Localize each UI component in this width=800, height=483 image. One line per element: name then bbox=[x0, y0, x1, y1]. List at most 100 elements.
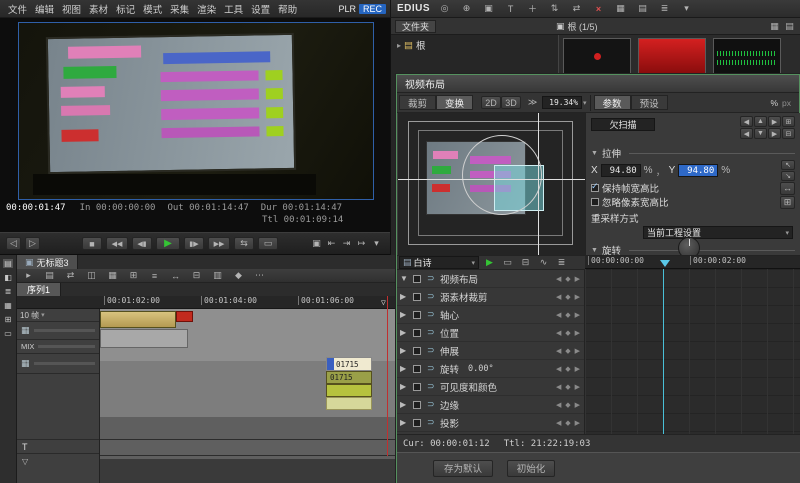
save-default-button[interactable]: 存为默认 bbox=[433, 459, 493, 477]
tool-bin-icon[interactable]: ▤ bbox=[42, 269, 57, 282]
timeline-clip[interactable] bbox=[100, 311, 176, 328]
folder-tree-root[interactable]: ▸ ▤ 根 bbox=[391, 35, 558, 53]
jog-fwd-icon[interactable]: ▷ bbox=[25, 237, 40, 250]
bin-clips-tab[interactable]: ▣ 根 (1/5) bbox=[556, 20, 598, 33]
menu-file[interactable]: 文件 bbox=[4, 2, 31, 16]
tree-checkbox[interactable] bbox=[413, 418, 421, 427]
play-icon[interactable]: ▶ bbox=[156, 237, 180, 250]
tree-row-rotation[interactable]: ▶ ⊃ 旋转 0.00° ◀ ◆ ▶ bbox=[397, 360, 584, 378]
tool-keyframe-icon[interactable]: ◆ bbox=[231, 269, 246, 282]
video-track-icon[interactable]: ▦ bbox=[21, 325, 30, 336]
expand-tools-icon[interactable]: ≫ bbox=[525, 96, 540, 109]
keyframe-ruler[interactable]: 00:00:00:00 00:00:02:00 bbox=[585, 255, 800, 269]
rotation-dial[interactable] bbox=[678, 237, 700, 255]
stretch-x-input[interactable]: 94.80 bbox=[600, 164, 641, 177]
menu-capture[interactable]: 采集 bbox=[166, 2, 193, 16]
timeline-tab[interactable]: ▣ 无标题3 bbox=[17, 255, 78, 269]
tool-detail-icon[interactable]: ▥ bbox=[210, 269, 225, 282]
kf-nav-buttons[interactable]: ◀ ◆ ▶ bbox=[556, 293, 581, 301]
tree-row-source-crop[interactable]: ▶ ⊃ 源素材裁剪 ◀ ◆ ▶ bbox=[397, 288, 584, 306]
expander-icon[interactable]: ▸ bbox=[397, 41, 401, 50]
panel-icon-monitor[interactable]: ▭ bbox=[4, 329, 12, 338]
expander-icon[interactable]: ▶ bbox=[400, 400, 410, 409]
layout-dropdown-icon[interactable]: ▾ bbox=[679, 2, 694, 15]
tree-checkbox[interactable] bbox=[413, 364, 421, 373]
jump-icon[interactable]: ↦ bbox=[354, 237, 369, 250]
nudge-right-icon[interactable]: ▶ bbox=[768, 116, 781, 127]
kf-nav-buttons[interactable]: ◀ ◆ ▶ bbox=[556, 275, 581, 283]
stretch-section-header[interactable]: ▼ 拉伸 bbox=[591, 146, 795, 160]
panel-icon-bin[interactable]: ▤ bbox=[3, 259, 13, 268]
tree-checkbox[interactable] bbox=[413, 292, 421, 301]
kf-play-icon[interactable]: ▶ bbox=[482, 256, 497, 269]
track-header-va1[interactable]: ▦ bbox=[17, 354, 99, 374]
panel-icon-palette[interactable]: ◧ bbox=[4, 273, 12, 282]
nudge-right2-icon[interactable]: ▶ bbox=[768, 128, 781, 139]
tree-row-anchor[interactable]: ▶ ⊃ 轴心 ◀ ◆ ▶ bbox=[397, 306, 584, 324]
jog-back-icon[interactable]: ◁ bbox=[6, 237, 21, 250]
tool-more-icon[interactable]: ⋯ bbox=[252, 269, 267, 282]
expander-icon[interactable]: ▶ bbox=[400, 292, 410, 301]
underscan-button[interactable]: 欠扫描 bbox=[591, 118, 655, 131]
fill-diag-icon[interactable]: ↘ bbox=[781, 171, 795, 181]
menu-help[interactable]: 帮助 bbox=[274, 2, 301, 16]
mode-2d-button[interactable]: 2D bbox=[481, 96, 502, 109]
fit-diag-icon[interactable]: ↖ bbox=[781, 160, 795, 170]
tree-row-position[interactable]: ▶ ⊃ 位置 ◀ ◆ ▶ bbox=[397, 324, 584, 342]
panel-icon-list[interactable]: ≣ bbox=[5, 287, 12, 296]
menu-edit[interactable]: 编辑 bbox=[31, 2, 58, 16]
tree-row-stretch[interactable]: ▶ ⊃ 伸展 ◀ ◆ ▶ bbox=[397, 342, 584, 360]
fast-forward-icon[interactable]: ▶▶ bbox=[208, 237, 230, 250]
expander-icon[interactable]: ▶ bbox=[400, 328, 410, 337]
nudge-shrink-icon[interactable]: ⊟ bbox=[782, 128, 795, 139]
track-header-t[interactable]: T bbox=[17, 440, 99, 454]
ignore-pixel-checkbox[interactable] bbox=[591, 198, 599, 206]
menu-marker[interactable]: 标记 bbox=[112, 2, 139, 16]
add-clip-icon[interactable]: ⊕ bbox=[459, 2, 474, 15]
set-in-icon[interactable]: ⇤ bbox=[324, 237, 339, 250]
timeline-clip-01715[interactable]: 01715 bbox=[326, 357, 372, 371]
timeline-playhead-line[interactable] bbox=[387, 296, 388, 456]
kf-monitor-icon[interactable]: ▭ bbox=[500, 256, 515, 269]
tree-row-video-layout[interactable]: ▼ ⊃ 视频布局 ◀ ◆ ▶ bbox=[397, 270, 584, 288]
expander-icon[interactable]: ▶ bbox=[400, 418, 410, 427]
timeline-clip-green[interactable] bbox=[326, 384, 372, 397]
nudge-left-icon[interactable]: ◀ bbox=[740, 116, 753, 127]
timeline-scale-select[interactable]: 10 帧 ▾ bbox=[17, 309, 99, 322]
tab-presets[interactable]: 预设 bbox=[630, 95, 668, 110]
panel-icon-add[interactable]: ⊞ bbox=[5, 315, 12, 324]
title-tool-icon[interactable]: T bbox=[503, 2, 518, 15]
menu-view[interactable]: 视图 bbox=[58, 2, 85, 16]
fit-width-icon[interactable]: ↔ bbox=[780, 181, 795, 195]
tab-crop[interactable]: 裁剪 bbox=[399, 95, 437, 110]
kf-curve-icon[interactable]: ∿ bbox=[536, 256, 551, 269]
timeline-ruler[interactable]: 00:01:02:00 00:01:04:00 00:01:06:00 ▽ bbox=[17, 296, 396, 309]
kf-nav-buttons[interactable]: ◀ ◆ ▶ bbox=[556, 329, 581, 337]
expander-icon[interactable]: ▶ bbox=[400, 364, 410, 373]
clip-thumbnail[interactable] bbox=[563, 38, 631, 74]
menu-settings[interactable]: 设置 bbox=[247, 2, 274, 16]
kf-nav-buttons[interactable]: ◀ ◆ ▶ bbox=[556, 401, 581, 409]
tool-pointer-icon[interactable]: ▸ bbox=[21, 269, 36, 282]
grid-view-icon[interactable]: ▦ bbox=[613, 2, 628, 15]
kf-nav-buttons[interactable]: ◀ ◆ ▶ bbox=[556, 383, 581, 391]
layout-canvas[interactable] bbox=[398, 113, 585, 255]
panel-icon-grid[interactable]: ▦ bbox=[4, 301, 12, 310]
clip-thumbnail[interactable] bbox=[638, 38, 706, 74]
timeline-clip-01715b[interactable]: 01715 bbox=[326, 371, 372, 384]
unit-percent-toggle[interactable]: % bbox=[766, 98, 782, 108]
kf-playhead-line[interactable] bbox=[663, 269, 664, 434]
dual-monitor-icon[interactable]: ▣ bbox=[309, 237, 324, 250]
timeline-clip-red[interactable] bbox=[176, 311, 193, 322]
tree-row-edge[interactable]: ▶ ⊃ 边缘 ◀ ◆ ▶ bbox=[397, 396, 584, 414]
expander-icon[interactable]: ▶ bbox=[400, 346, 410, 355]
prev-frame-icon[interactable]: ◀▮ bbox=[132, 237, 152, 250]
track-header-va2[interactable]: ▦ bbox=[17, 322, 99, 340]
unit-px-toggle[interactable]: px bbox=[782, 98, 797, 108]
video-track-icon[interactable]: ▦ bbox=[21, 358, 30, 369]
menu-render[interactable]: 渲染 bbox=[193, 2, 220, 16]
kf-nav-buttons[interactable]: ◀ ◆ ▶ bbox=[556, 347, 581, 355]
tree-checkbox[interactable] bbox=[413, 346, 421, 355]
tree-row-opacity-color[interactable]: ▶ ⊃ 可见度和颜色 ◀ ◆ ▶ bbox=[397, 378, 584, 396]
delete-icon[interactable]: × bbox=[591, 2, 606, 15]
